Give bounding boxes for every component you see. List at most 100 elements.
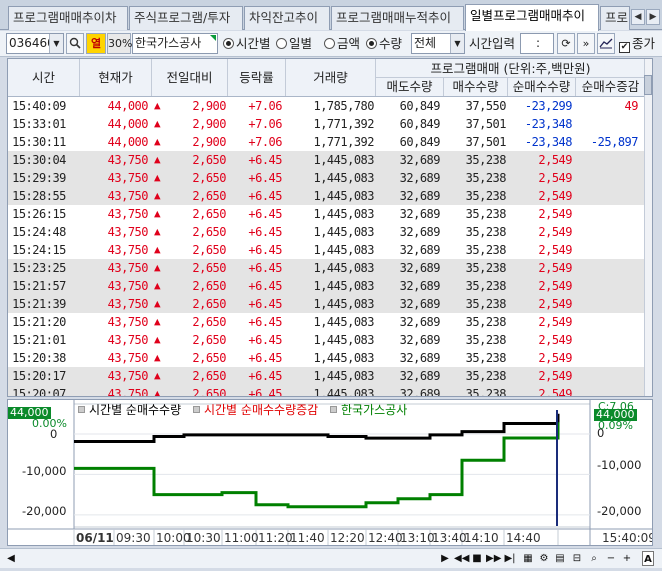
cell-net-change bbox=[576, 115, 638, 133]
play-icon[interactable]: ▶ bbox=[440, 551, 450, 566]
radio-quantity[interactable]: 수량 bbox=[366, 35, 402, 53]
cell-net-change bbox=[576, 187, 638, 205]
table-row[interactable]: 15:23:25 43,750 ▲ 2,650 +6.45 1,445,083 32,689… bbox=[8, 259, 646, 277]
cell-net-change bbox=[576, 241, 638, 259]
table-row[interactable]: 15:21:01 43,750 ▲ 2,650 +6.45 1,445,083 32,689… bbox=[8, 331, 646, 349]
cell-price: 43,750 bbox=[107, 189, 149, 203]
table-row[interactable]: 15:20:07 43,750 ▲ 2,650 +6.45 1,445,083 32,689… bbox=[8, 385, 646, 397]
table-row[interactable]: 15:24:15 43,750 ▲ 2,650 +6.45 1,445,083 32,689… bbox=[8, 241, 646, 259]
x-tick-label: 11:20 bbox=[258, 531, 293, 545]
tab-daily-program-trend[interactable]: 일별프로그램매매추이 bbox=[465, 4, 599, 31]
radio-amount[interactable]: 금액 bbox=[324, 35, 360, 53]
cell-rate: +6.45 bbox=[248, 297, 282, 311]
table-row[interactable]: 15:28:55 43,750 ▲ 2,650 +6.45 1,445,083 32,689… bbox=[8, 187, 646, 205]
table-icon[interactable]: ▤ bbox=[554, 551, 566, 566]
cell-change: 2,650 bbox=[192, 189, 226, 203]
ruler-icon[interactable]: ⊟ bbox=[570, 551, 584, 566]
settings-icon[interactable]: ⚙ bbox=[538, 551, 550, 566]
col-header-volume[interactable]: 거래량 bbox=[286, 59, 376, 96]
grid-icon[interactable]: ▦ bbox=[522, 551, 534, 566]
table-row[interactable]: 15:21:57 43,750 ▲ 2,650 +6.45 1,445,083 32,689… bbox=[8, 277, 646, 295]
tab-program-cumulative-trend[interactable]: 프로그램매매누적추이 bbox=[331, 6, 464, 30]
cell-net-change bbox=[576, 367, 638, 385]
rewind-icon[interactable]: ◀◀ bbox=[454, 551, 469, 566]
chart-toggle-icon[interactable] bbox=[597, 33, 615, 54]
col-header-change[interactable]: 전일대비 bbox=[152, 59, 228, 96]
col-header-rate[interactable]: 등락률 bbox=[228, 59, 286, 96]
tab-scroll-left-icon[interactable]: ◀ bbox=[631, 9, 645, 25]
cell-volume: 1,445,083 bbox=[313, 153, 374, 167]
scrollbar-thumb[interactable] bbox=[644, 75, 652, 95]
col-header-time[interactable]: 시간 bbox=[8, 59, 80, 96]
radio-by-day[interactable]: 일별 bbox=[276, 35, 312, 53]
double-chevron-right-icon[interactable]: » bbox=[577, 33, 595, 54]
cell-buy: 37,550 bbox=[465, 99, 507, 113]
table-row[interactable]: 15:20:17 43,750 ▲ 2,650 +6.45 1,445,083 32,689… bbox=[8, 367, 646, 385]
time-input-field[interactable]: : bbox=[520, 33, 554, 54]
table-row[interactable]: 15:26:15 43,750 ▲ 2,650 +6.45 1,445,083 32,689… bbox=[8, 205, 646, 223]
table-scrollbar[interactable] bbox=[644, 59, 652, 396]
tab-stock-program-investor[interactable]: 주식프로그램/투자 bbox=[129, 6, 243, 30]
stop-icon[interactable]: ■ bbox=[472, 551, 482, 566]
cell-net: -23,299 bbox=[524, 99, 573, 113]
tab-scroll-right-icon[interactable]: ▶ bbox=[646, 9, 660, 25]
scroll-left-icon[interactable]: ◀ bbox=[6, 551, 16, 566]
chevron-down-icon[interactable]: ▼ bbox=[450, 34, 464, 53]
yeol-toggle-button[interactable]: 열 bbox=[86, 33, 106, 54]
table-row[interactable]: 15:20:38 43,750 ▲ 2,650 +6.45 1,445,083 32,689… bbox=[8, 349, 646, 367]
cell-change: 2,650 bbox=[192, 315, 226, 329]
close-price-checkbox[interactable]: ✔ 종가 bbox=[619, 35, 655, 53]
refresh-icon[interactable]: ⟳ bbox=[557, 33, 575, 54]
chevron-down-icon[interactable]: ▼ bbox=[49, 34, 63, 53]
x-tick-label: 15:40:09 bbox=[602, 531, 653, 545]
cell-net: 2,549 bbox=[538, 207, 572, 221]
zoom-in-icon[interactable]: + bbox=[622, 551, 632, 566]
table-row[interactable]: 15:33:01 44,000 ▲ 2,900 +7.06 1,771,392 60,849… bbox=[8, 115, 646, 133]
tab-program-more[interactable]: 프로 bbox=[600, 6, 630, 30]
cell-buy: 35,238 bbox=[465, 387, 507, 397]
cell-rate: +6.45 bbox=[248, 243, 282, 257]
cell-net-change bbox=[576, 259, 638, 277]
stock-code-combo[interactable]: 036460 ▼ bbox=[6, 33, 64, 54]
col-header-buy[interactable]: 매수수량 bbox=[444, 78, 508, 96]
tab-arbitrage-balance-trend[interactable]: 차익잔고추이 bbox=[244, 6, 330, 30]
table-row[interactable]: 15:21:39 43,750 ▲ 2,650 +6.45 1,445,083 32,689… bbox=[8, 295, 646, 313]
font-size-icon[interactable]: A bbox=[642, 551, 654, 566]
col-header-net[interactable]: 순매수수량 bbox=[508, 78, 576, 96]
cell-buy: 35,238 bbox=[465, 351, 507, 365]
market-select-value: 전체 bbox=[414, 36, 437, 50]
zoom-out-icon[interactable]: − bbox=[606, 551, 616, 566]
tab-program-trend-chart[interactable]: 프로그램매매추이차 bbox=[8, 6, 128, 30]
table-row[interactable]: 15:40:09 44,000 ▲ 2,900 +7.06 1,785,780 60,849… bbox=[8, 97, 646, 115]
cell-net: -23,348 bbox=[524, 117, 573, 131]
table-row[interactable]: 15:29:39 43,750 ▲ 2,650 +6.45 1,445,083 32,689… bbox=[8, 169, 646, 187]
cell-arrow: ▲ bbox=[154, 369, 161, 382]
stock-code-value: 036460 bbox=[9, 36, 55, 50]
table-row[interactable]: 15:21:20 43,750 ▲ 2,650 +6.45 1,445,083 32,689… bbox=[8, 313, 646, 331]
cell-arrow: ▲ bbox=[154, 261, 161, 274]
table-row[interactable]: 15:24:48 43,750 ▲ 2,650 +6.45 1,445,083 32,689… bbox=[8, 223, 646, 241]
cell-rate: +6.45 bbox=[248, 189, 282, 203]
table-row[interactable]: 15:30:04 43,750 ▲ 2,650 +6.45 1,445,083 32,689… bbox=[8, 151, 646, 169]
col-header-net-change[interactable]: 순매수증감 bbox=[576, 78, 646, 96]
market-select[interactable]: 전체 ▼ bbox=[411, 33, 465, 54]
zoom-icon[interactable]: ⌕ bbox=[588, 551, 600, 566]
fast-forward-icon[interactable]: ▶▶ bbox=[486, 551, 501, 566]
stock-name-field[interactable]: 한국가스공사 bbox=[132, 33, 218, 54]
radio-by-time[interactable]: 시간별 bbox=[223, 35, 271, 53]
cell-volume: 1,771,392 bbox=[313, 135, 374, 149]
cell-time: 15:21:01 bbox=[12, 333, 66, 347]
table-row[interactable]: 15:30:11 44,000 ▲ 2,900 +7.06 1,771,392 60,849… bbox=[8, 133, 646, 151]
cell-sell: 32,689 bbox=[399, 369, 441, 383]
col-header-sell[interactable]: 매도수량 bbox=[376, 78, 444, 96]
col-header-price[interactable]: 현재가 bbox=[80, 59, 152, 96]
cell-buy: 35,238 bbox=[465, 279, 507, 293]
cell-sell: 32,689 bbox=[399, 225, 441, 239]
cell-arrow: ▲ bbox=[154, 117, 161, 130]
cell-time: 15:26:15 bbox=[12, 207, 66, 221]
cell-change: 2,900 bbox=[192, 117, 226, 131]
cell-price: 43,750 bbox=[107, 225, 149, 239]
step-forward-icon[interactable]: ▶| bbox=[504, 551, 516, 566]
search-icon[interactable] bbox=[66, 33, 84, 54]
cell-volume: 1,445,083 bbox=[313, 243, 374, 257]
